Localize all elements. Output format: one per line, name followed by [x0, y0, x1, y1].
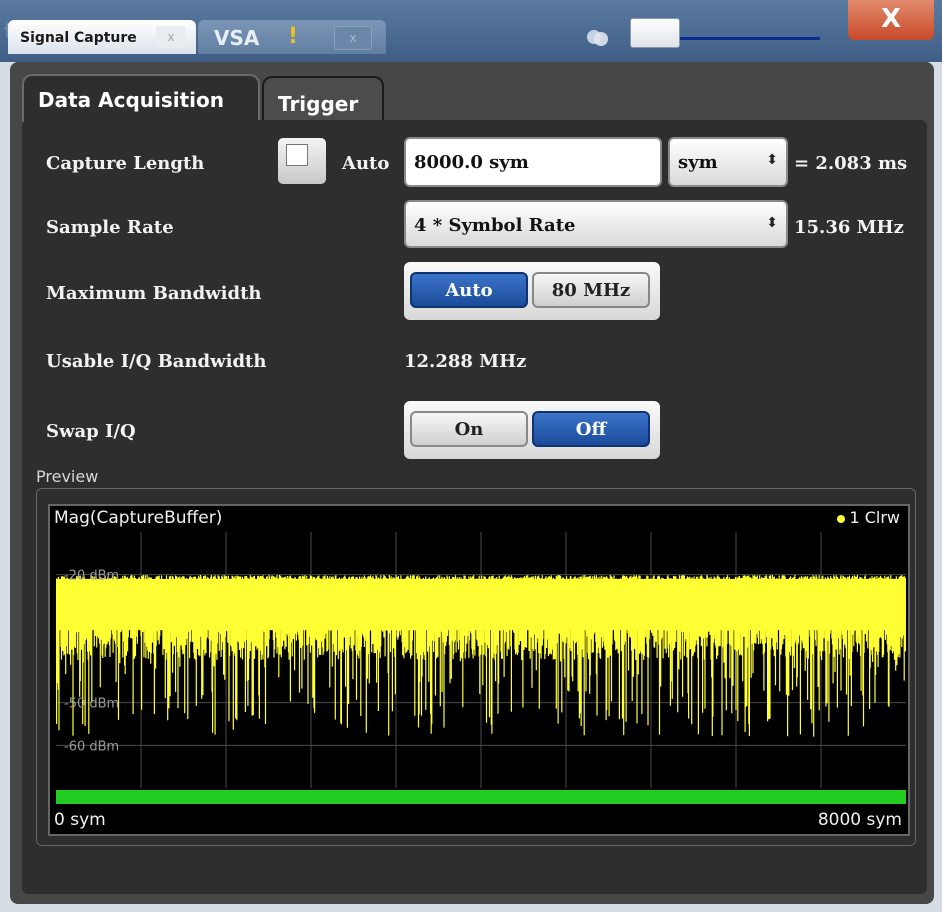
legend-text: 1 Clrw: [849, 508, 900, 527]
chart-title: Mag(CaptureBuffer): [54, 508, 223, 528]
usable-iq-bandwidth-value: 12.288 MHz: [404, 351, 527, 372]
chart-plot-area: -20 dBm -50 dBm -60 dBm: [56, 532, 906, 804]
checkbox-box: [286, 144, 308, 166]
capture-length-duration: = 2.083 ms: [794, 153, 908, 174]
select-arrows-icon: ⬍: [766, 215, 778, 231]
close-button[interactable]: X: [848, 0, 934, 40]
y-tick-label: -50 dBm: [64, 697, 119, 712]
swap-iq-on-button[interactable]: On: [410, 411, 528, 447]
sample-rate-label: Sample Rate: [46, 217, 174, 238]
capture-length-label: Capture Length: [46, 153, 205, 174]
select-arrows-icon: ⬍: [766, 152, 778, 168]
capture-length-input[interactable]: 8000.0 sym: [404, 137, 662, 187]
sample-rate-value: 4 * Symbol Rate: [414, 215, 576, 236]
sample-rate-select[interactable]: 4 * Symbol Rate ⬍: [404, 200, 788, 248]
swap-iq-label: Swap I/Q: [46, 421, 136, 442]
max-bandwidth-auto-button[interactable]: Auto: [410, 272, 528, 308]
capture-length-unit-value: sym: [678, 152, 718, 173]
max-bandwidth-80mhz-button[interactable]: 80 MHz: [532, 272, 650, 308]
swap-iq-toggle: On Off: [404, 401, 660, 459]
sample-rate-result: 15.36 MHz: [794, 217, 904, 238]
tab-data-acquisition[interactable]: Data Acquisition: [22, 74, 260, 122]
transparency-slider-handle[interactable]: [630, 18, 680, 48]
transparency-slider-track[interactable]: [680, 37, 820, 40]
preview-chart: Mag(CaptureBuffer) 1 Clrw -20 dBm -50 dBm…: [48, 504, 910, 836]
tab-vsa-label: VSA: [214, 26, 260, 50]
x-axis-start-label: 0 sym: [54, 810, 106, 830]
signal-capture-dialog: Data Acquisition Trigger Capture Length …: [10, 62, 934, 904]
tab-vsa[interactable]: VSA ! x: [198, 20, 386, 54]
tab-trigger[interactable]: Trigger: [262, 76, 384, 120]
y-tick-label: -60 dBm: [64, 739, 119, 754]
capture-range-bar: [56, 790, 906, 804]
auto-checkbox[interactable]: [278, 138, 326, 184]
usable-iq-bandwidth-label: Usable I/Q Bandwidth: [46, 351, 267, 372]
tab-vsa-close-button[interactable]: x: [334, 26, 372, 50]
trace-dot-icon: [837, 514, 846, 523]
swap-iq-off-button[interactable]: Off: [532, 411, 650, 447]
x-axis-end-label: 8000 sym: [817, 810, 902, 830]
chart-legend: 1 Clrw: [837, 508, 900, 527]
tab-signal-capture-label: Signal Capture: [20, 30, 137, 46]
capture-length-unit-select[interactable]: sym ⬍: [668, 137, 788, 187]
maximum-bandwidth-toggle: Auto 80 MHz: [404, 262, 660, 320]
auto-label: Auto: [342, 153, 390, 174]
tab-signal-capture-close-button[interactable]: x: [156, 26, 186, 48]
maximum-bandwidth-label: Maximum Bandwidth: [46, 283, 262, 304]
data-acquisition-panel: Capture Length Auto 8000.0 sym sym ⬍ = 2…: [22, 120, 927, 894]
preview-label: Preview: [36, 467, 99, 486]
y-tick-label: -20 dBm: [64, 569, 119, 584]
transparency-icon[interactable]: [585, 26, 611, 48]
window-title-bar: trum Signal Capture x VSA ! x X: [0, 0, 942, 62]
warning-icon: !: [288, 24, 299, 49]
tab-signal-capture[interactable]: Signal Capture x: [8, 20, 196, 54]
